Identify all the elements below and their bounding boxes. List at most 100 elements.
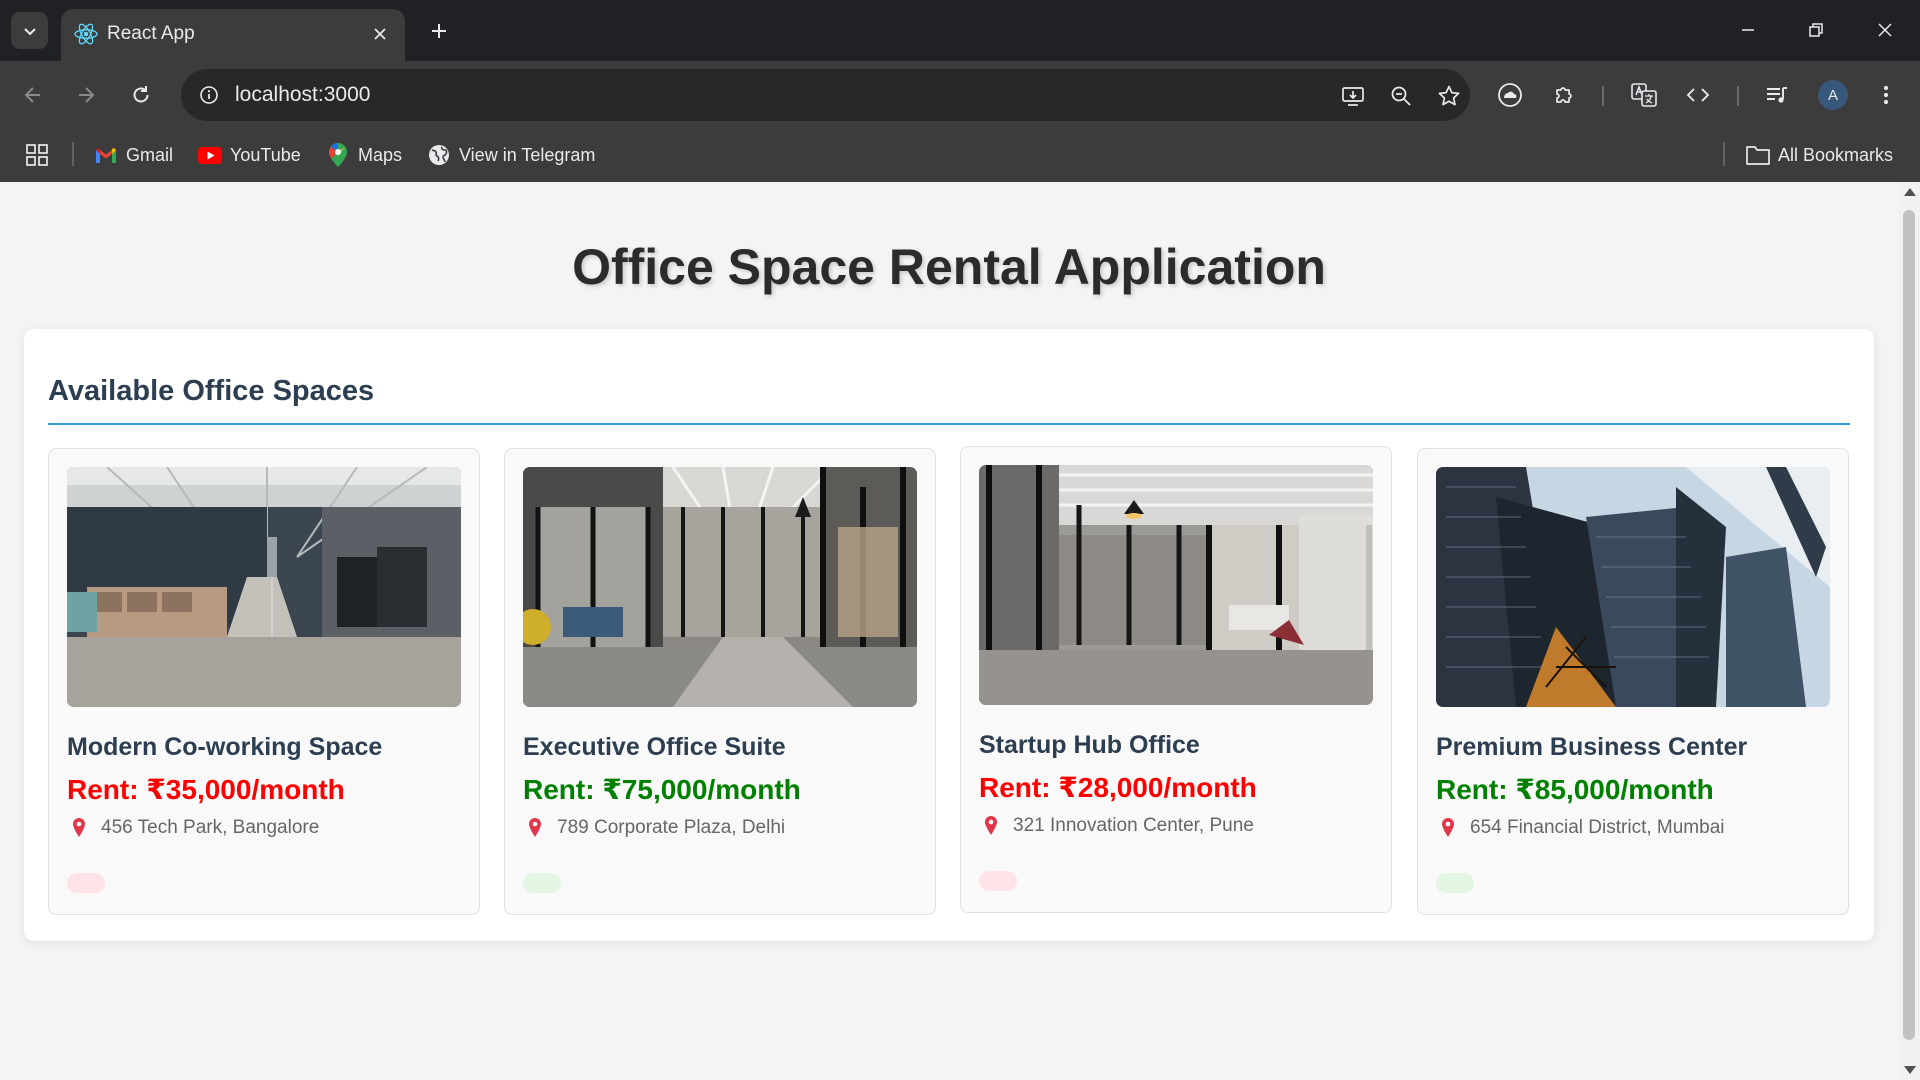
office-list-panel: Available Office Spaces Modern Co-workin…	[24, 329, 1874, 941]
star-icon	[1438, 85, 1460, 106]
office-name: Executive Office Suite	[523, 733, 786, 761]
translate-icon	[1631, 83, 1657, 107]
all-bookmarks-label: All Bookmarks	[1778, 144, 1894, 165]
office-name: Modern Co-working Space	[67, 733, 383, 761]
chevron-down-icon	[23, 27, 36, 35]
bookmark-view-in-telegram[interactable]: View in Telegram	[427, 140, 595, 170]
install-app-button[interactable]	[1336, 79, 1370, 113]
more-vertical-icon	[1883, 85, 1889, 105]
bookmark-label: Gmail	[126, 144, 174, 165]
scroll-down-arrow[interactable]	[1904, 1066, 1916, 1074]
gmail-icon	[94, 143, 118, 167]
office-address: 321 Innovation Center, Pune	[1013, 815, 1254, 836]
bookmark-label: YouTube	[230, 144, 301, 165]
install-icon	[1342, 87, 1364, 106]
close-icon	[374, 28, 386, 40]
toolbar-separator	[1737, 86, 1739, 106]
close-icon	[1878, 23, 1892, 37]
office-address: 654 Financial District, Mumbai	[1470, 817, 1725, 838]
bookmark-youtube[interactable]: YouTube	[198, 140, 301, 170]
tab-strip: React App	[0, 0, 1920, 61]
section-title: Available Office Spaces	[48, 375, 375, 407]
office-image	[979, 465, 1373, 705]
office-image	[1436, 467, 1830, 707]
tab-search-button[interactable]	[11, 12, 48, 49]
youtube-icon	[198, 143, 222, 167]
bookmark-maps[interactable]: Maps	[326, 140, 402, 170]
scroll-thumb[interactable]	[1903, 210, 1915, 1040]
office-card[interactable]: Executive Office Suite Rent: ₹75,000/mon…	[504, 448, 936, 915]
office-rent: Rent: ₹85,000/month	[1436, 774, 1714, 805]
extension-cloud-icon	[1498, 83, 1522, 107]
minimize-button[interactable]	[1724, 9, 1772, 51]
scroll-up-arrow[interactable]	[1904, 188, 1916, 196]
close-window-button[interactable]	[1861, 9, 1909, 51]
location-pin-icon	[73, 818, 85, 837]
page-scrollbar[interactable]	[1898, 182, 1920, 1080]
tab-title: React App	[107, 23, 195, 44]
office-location: 789 Corporate Plaza, Delhi	[523, 817, 785, 839]
office-card[interactable]: Startup Hub Office Rent: ₹28,000/month 3…	[960, 446, 1392, 913]
office-image	[67, 467, 461, 707]
browser-toolbar: localhost:3000 A	[0, 61, 1920, 128]
plus-icon	[432, 24, 446, 38]
media-controls-button[interactable]	[1759, 77, 1795, 113]
bookmarks-separator	[1723, 142, 1725, 166]
office-address: 456 Tech Park, Bangalore	[101, 817, 320, 838]
tab-close-button[interactable]	[365, 19, 395, 49]
puzzle-icon	[1556, 87, 1572, 103]
status-badge	[67, 873, 105, 893]
status-badge	[523, 873, 561, 893]
url-text[interactable]: localhost:3000	[235, 83, 370, 107]
code-icon	[1686, 88, 1710, 102]
status-badge	[979, 871, 1017, 891]
office-location: 654 Financial District, Mumbai	[1436, 817, 1724, 839]
new-tab-button[interactable]	[422, 14, 456, 48]
office-location: 321 Innovation Center, Pune	[979, 815, 1254, 837]
forward-button[interactable]	[68, 77, 104, 113]
maps-icon	[326, 143, 350, 167]
toolbar-separator	[1602, 86, 1604, 106]
menu-button[interactable]	[1868, 77, 1904, 113]
office-rent: Rent: ₹35,000/month	[67, 774, 345, 805]
bookmark-gmail[interactable]: Gmail	[94, 140, 173, 170]
bookmark-star-button[interactable]	[1432, 79, 1466, 113]
translate-button[interactable]	[1626, 77, 1662, 113]
zoom-out-icon	[1391, 86, 1411, 106]
location-pin-icon	[985, 816, 997, 835]
reload-button[interactable]	[123, 77, 159, 113]
profile-avatar[interactable]: A	[1818, 80, 1848, 110]
all-bookmarks-button[interactable]: All Bookmarks	[1746, 140, 1893, 170]
location-pin-icon	[1442, 818, 1454, 837]
reload-icon	[133, 86, 149, 103]
info-icon	[200, 86, 218, 104]
office-location: 456 Tech Park, Bangalore	[67, 817, 319, 839]
bookmark-label: View in Telegram	[459, 144, 596, 165]
office-name: Startup Hub Office	[979, 731, 1200, 759]
apps-button[interactable]	[26, 140, 48, 170]
globe-icon	[427, 143, 451, 167]
bookmarks-separator	[72, 142, 74, 166]
page-title: Office Space Rental Application	[572, 239, 1326, 295]
office-card[interactable]: Premium Business Center Rent: ₹85,000/mo…	[1417, 448, 1849, 915]
location-pin-icon	[529, 818, 541, 837]
office-address: 789 Corporate Plaza, Delhi	[557, 817, 786, 838]
active-tab[interactable]: React App	[61, 9, 405, 61]
devtools-button[interactable]	[1680, 77, 1716, 113]
office-card[interactable]: Modern Co-working Space Rent: ₹35,000/mo…	[48, 448, 480, 915]
apps-grid-icon	[26, 144, 48, 166]
extensions-button[interactable]	[1546, 77, 1582, 113]
extension-button[interactable]	[1492, 77, 1528, 113]
restore-button[interactable]	[1792, 9, 1840, 51]
site-info-button[interactable]	[193, 79, 225, 111]
page-viewport: Office Space Rental Application Availabl…	[0, 182, 1898, 1080]
arrow-right-icon	[79, 87, 95, 103]
react-icon	[74, 23, 98, 45]
address-bar[interactable]: localhost:3000	[181, 69, 1470, 121]
playlist-icon	[1767, 87, 1787, 103]
arrow-left-icon	[24, 87, 40, 103]
office-rent: Rent: ₹28,000/month	[979, 772, 1257, 803]
back-button[interactable]	[15, 77, 51, 113]
zoom-button[interactable]	[1384, 79, 1418, 113]
folder-icon	[1746, 143, 1770, 167]
